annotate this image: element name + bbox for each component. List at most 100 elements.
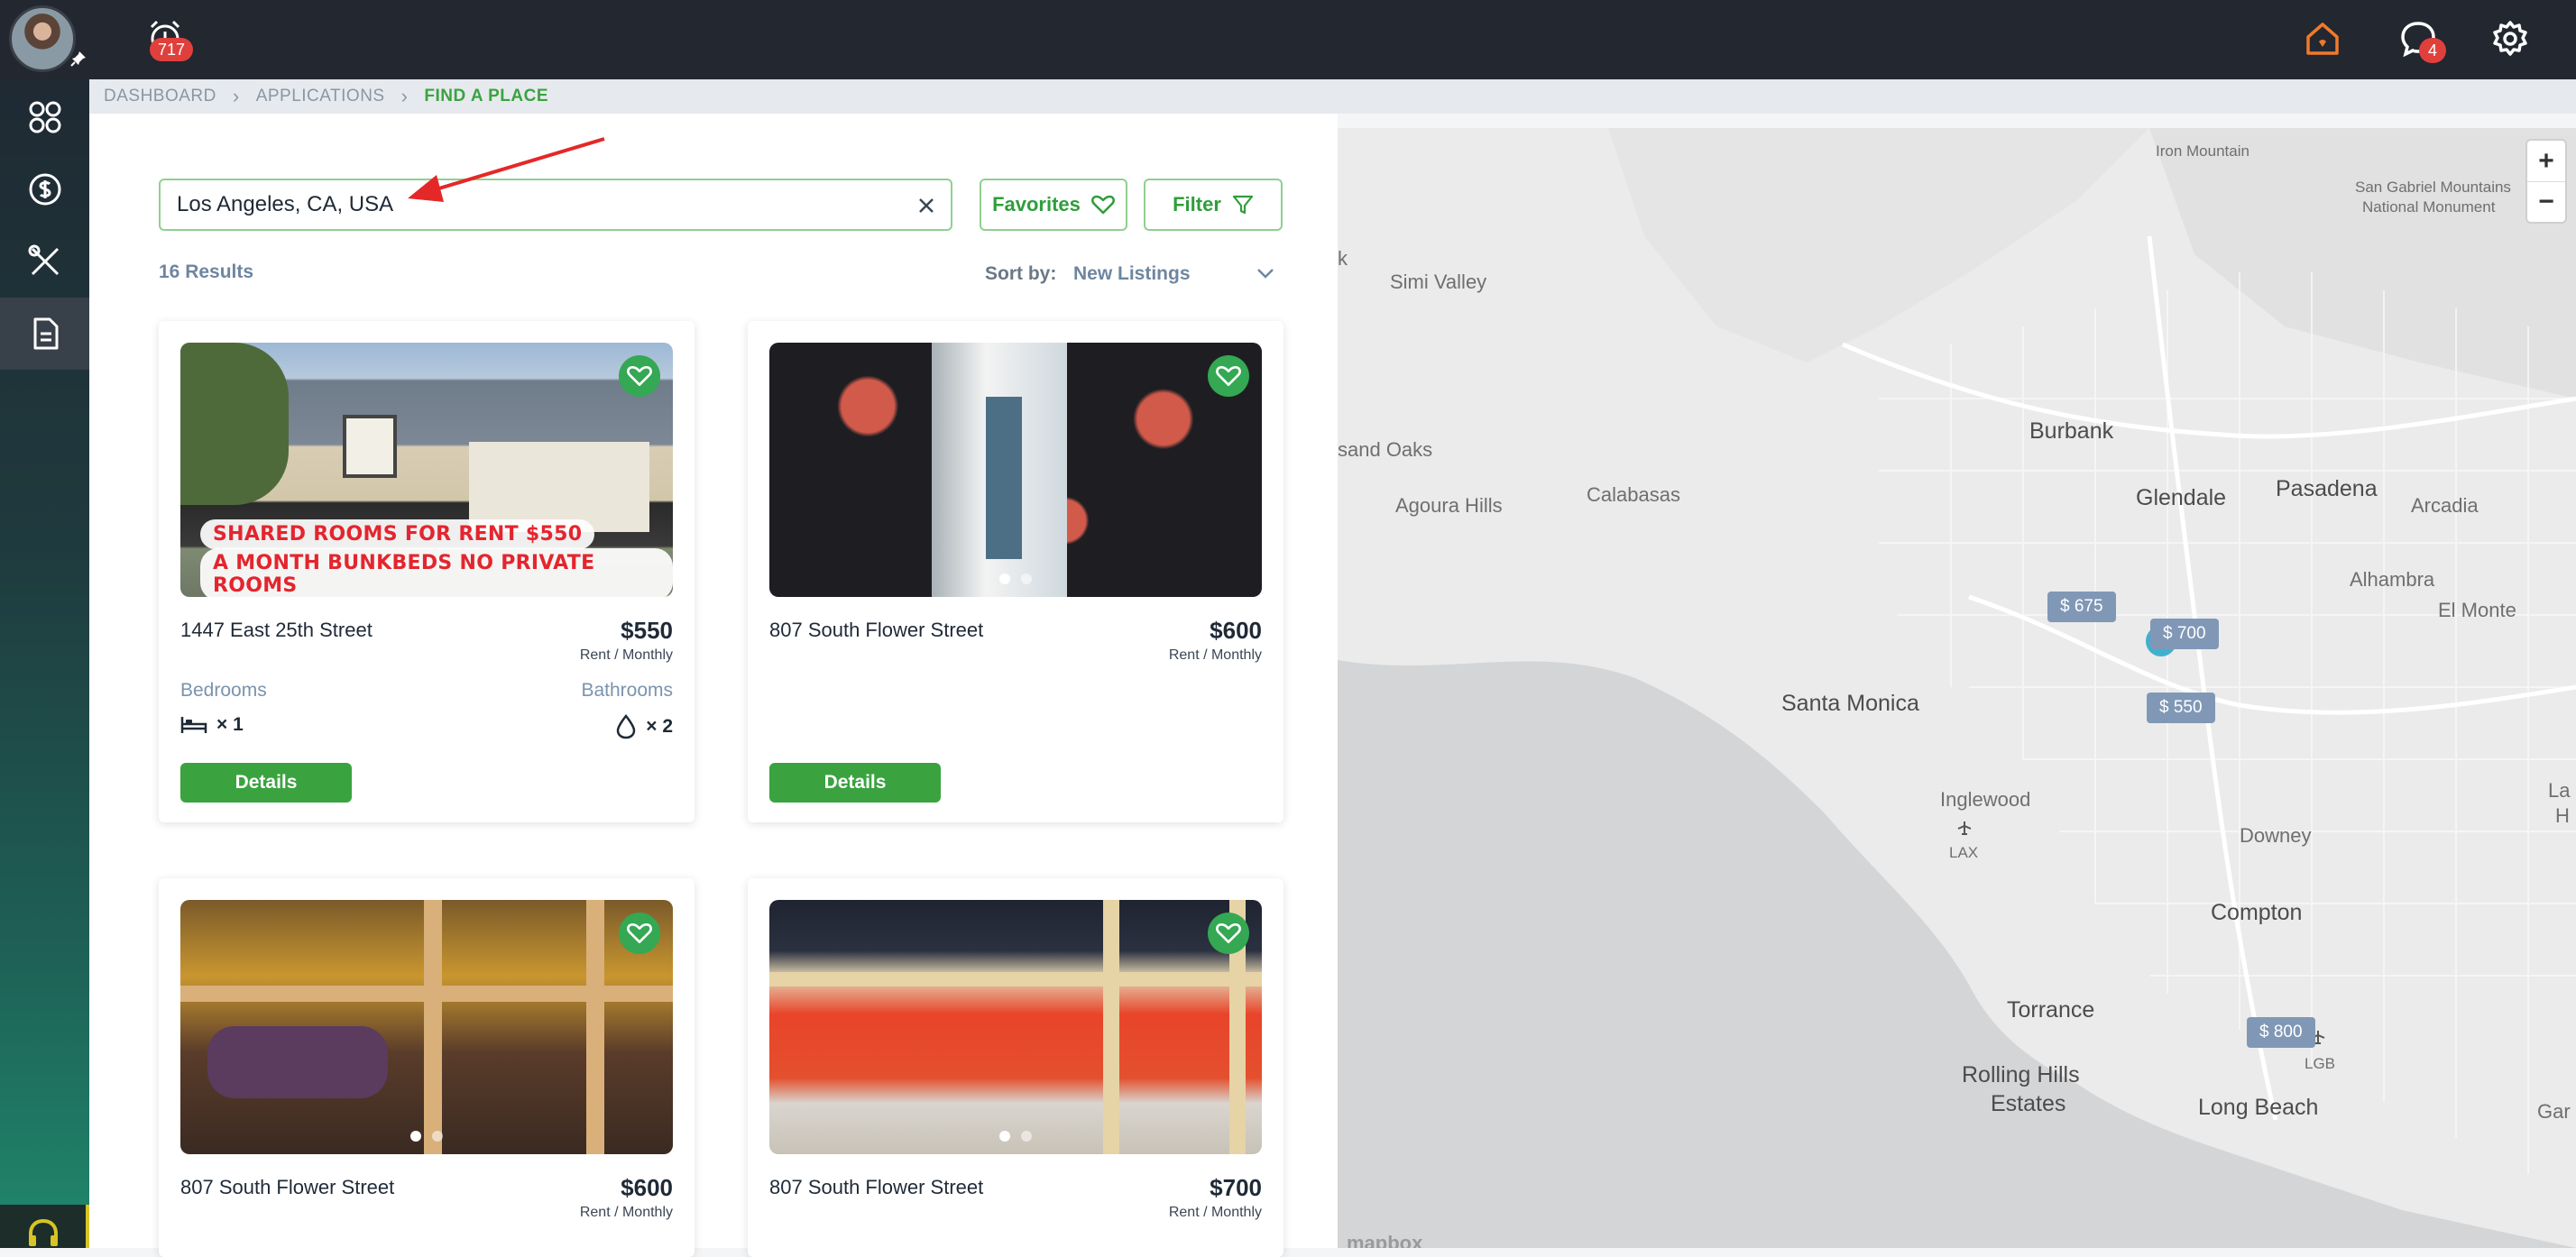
support-button[interactable] (0, 1205, 89, 1248)
tree-shape (180, 343, 289, 505)
map-label: La (2548, 779, 2571, 802)
search-value: Los Angeles, CA, USA (177, 192, 394, 216)
carousel-dots[interactable] (999, 573, 1032, 584)
dollar-coin-icon (29, 173, 60, 206)
results-count: 16 Results (159, 261, 254, 282)
rent-period: Rent / Monthly (579, 647, 673, 663)
tools-icon (28, 244, 59, 276)
chevron-down-icon[interactable] (1256, 265, 1275, 281)
listing-photo[interactable] (180, 900, 673, 1154)
map-price-marker[interactable]: $ 700 (2150, 619, 2219, 649)
favorite-heart-button[interactable] (619, 355, 660, 397)
details-button[interactable]: Details (180, 763, 352, 803)
favorite-heart-button[interactable] (1208, 913, 1249, 954)
listing-price: $600 (1210, 617, 1262, 644)
listing-card[interactable]: SHARED ROOMS FOR RENT $550 A MONTH BUNKB… (159, 321, 695, 822)
heart-icon (627, 922, 652, 944)
listing-photo[interactable] (769, 900, 1262, 1154)
sidebar-item-payments[interactable] (0, 153, 89, 225)
map-label: Alhambra (2350, 568, 2435, 591)
sidebar-item-applications[interactable] (0, 298, 89, 370)
favorite-heart-button[interactable] (1208, 355, 1249, 397)
bathrooms-count: × 2 (615, 714, 673, 739)
map-view[interactable]: Iron Mountain San Gabriel Mountains Nati… (1338, 128, 2576, 1248)
bedrooms-count: × 1 (180, 714, 244, 736)
garage-door-shape (469, 442, 649, 532)
map-label: Agoura Hills (1395, 494, 1503, 517)
annotation-arrow (408, 137, 605, 202)
listing-photo[interactable]: SHARED ROOMS FOR RENT $550 A MONTH BUNKB… (180, 343, 673, 597)
sidebar-item-dashboard[interactable] (0, 81, 89, 153)
map-label: Pasadena (2276, 476, 2378, 501)
home-icon[interactable] (2300, 16, 2345, 61)
breadcrumb-applications[interactable]: APPLICATIONS (256, 87, 385, 106)
details-button[interactable]: Details (769, 763, 941, 803)
airport-icon (1957, 821, 1972, 835)
map-label: Estates (1991, 1091, 2066, 1116)
carousel-dots[interactable] (410, 1131, 443, 1142)
breadcrumb-separator-icon: › (232, 85, 240, 107)
map-label: Inglewood (1940, 788, 2031, 811)
map-label: Long Beach (2198, 1095, 2319, 1120)
carousel-dots[interactable] (999, 1131, 1032, 1142)
pin-icon (70, 51, 86, 67)
funnel-icon (1232, 195, 1253, 215)
map-label: LAX (1949, 844, 1979, 861)
listing-price: $600 (621, 1174, 673, 1201)
map-label: H (2555, 804, 2570, 827)
notification-badge: 717 (150, 38, 193, 61)
carousel-dot[interactable] (999, 573, 1010, 584)
map-label: Compton (2211, 900, 2303, 925)
map-price-marker[interactable]: $ 550 (2147, 693, 2215, 723)
map-terrain (1338, 128, 2576, 1248)
clear-icon[interactable] (915, 194, 938, 217)
zoom-in-button[interactable]: + (2527, 141, 2565, 181)
map-label: Downey (2240, 824, 2312, 847)
user-avatar[interactable] (9, 5, 76, 72)
map-label: Iron Mountain (2156, 142, 2249, 160)
map-label: LGB (2305, 1055, 2336, 1072)
favorites-button[interactable]: Favorites (980, 179, 1127, 231)
map-label: Rolling Hills (1962, 1062, 2080, 1087)
breadcrumb-separator-icon: › (400, 85, 409, 107)
water-drop-icon (616, 714, 636, 739)
carousel-dot[interactable] (1021, 573, 1032, 584)
bunk-post-shape (586, 900, 604, 1154)
map-label: Calabasas (1587, 483, 1680, 506)
breadcrumb: DASHBOARD › APPLICATIONS › FIND A PLACE (89, 79, 2576, 114)
headset-icon (28, 1218, 58, 1246)
blanket-shape (207, 1026, 388, 1098)
top-bar: 717 4 (0, 0, 2576, 79)
sidebar-item-maintenance[interactable] (0, 225, 89, 298)
photo-caption-line2: A MONTH BUNKBEDS NO PRIVATE ROOMS (200, 548, 673, 597)
carousel-dot[interactable] (410, 1131, 421, 1142)
listing-price: $700 (1210, 1174, 1262, 1201)
grid-icon (29, 101, 60, 133)
map-label: Simi Valley (1390, 271, 1487, 293)
listing-card[interactable]: 807 South Flower Street $700 Rent / Mont… (748, 878, 1283, 1257)
heart-icon (627, 365, 652, 387)
carousel-dot[interactable] (1021, 1131, 1032, 1142)
listing-card[interactable]: 807 South Flower Street $600 Rent / Mont… (748, 321, 1283, 822)
breadcrumb-dashboard[interactable]: DASHBOARD (104, 87, 216, 106)
listing-address: 1447 East 25th Street (180, 619, 373, 641)
carousel-dot[interactable] (999, 1131, 1010, 1142)
carousel-dot[interactable] (432, 1131, 443, 1142)
photo-caption-line1: SHARED ROOMS FOR RENT $550 (200, 519, 595, 549)
map-label: Torrance (2007, 997, 2095, 1023)
settings-gear-icon[interactable] (2488, 16, 2533, 61)
map-label: El Monte (2438, 599, 2516, 621)
filter-button[interactable]: Filter (1144, 179, 1283, 231)
bathrooms-label: Bathrooms (581, 680, 673, 701)
breadcrumb-find-a-place: FIND A PLACE (424, 87, 549, 106)
mapbox-logo[interactable]: mapbox (1347, 1232, 1422, 1248)
sort-select[interactable]: New Listings (1073, 263, 1191, 285)
rent-period: Rent / Monthly (1168, 647, 1262, 663)
favorite-heart-button[interactable] (619, 913, 660, 954)
map-price-marker[interactable]: $ 800 (2247, 1017, 2315, 1048)
zoom-out-button[interactable]: − (2527, 181, 2565, 222)
map-price-marker[interactable]: $ 675 (2047, 592, 2116, 622)
bed-icon (180, 717, 207, 733)
listing-photo[interactable] (769, 343, 1262, 597)
listing-card[interactable]: 807 South Flower Street $600 Rent / Mont… (159, 878, 695, 1257)
